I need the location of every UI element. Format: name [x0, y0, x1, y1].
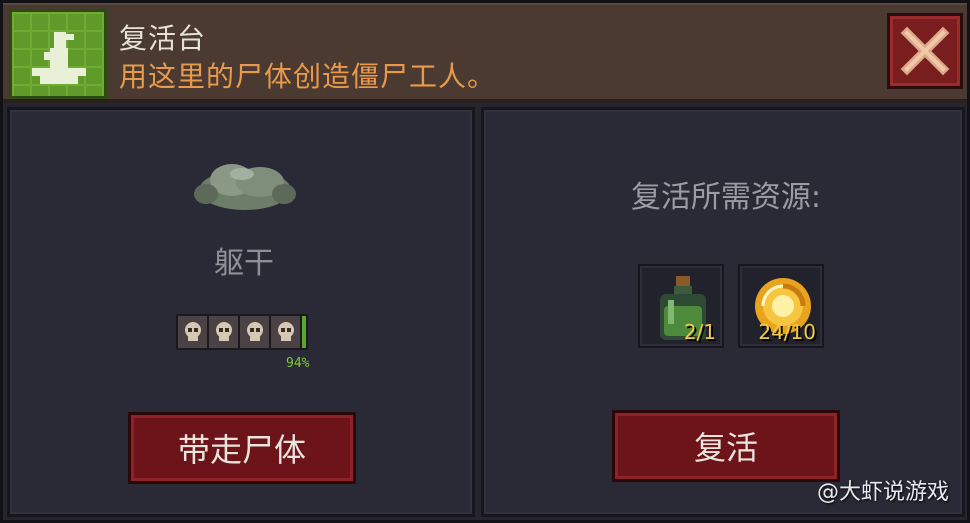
corpse-quality-bar — [176, 314, 308, 350]
resource-count: 2/1 — [683, 320, 716, 344]
quality-percent: 94% — [286, 356, 310, 371]
skull-icon — [209, 316, 240, 348]
resources-label: 复活所需资源: — [630, 180, 822, 215]
skull-icon — [271, 316, 302, 348]
close-button[interactable] — [887, 13, 963, 89]
window-header: 复活台 用这里的尸体创造僵尸工人。 — [3, 3, 967, 103]
resource-slot[interactable]: 2/1 — [638, 264, 724, 348]
watermark: @大虾说游戏 — [817, 474, 949, 506]
corpse-panel: 躯干 94% 带走尸体 — [7, 107, 475, 517]
resources-panel: 复活所需资源: 2/1 24/10 复活 — [481, 107, 965, 517]
quality-progress-fill — [302, 316, 306, 348]
window-subtitle: 用这里的尸体创造僵尸工人。 — [119, 60, 497, 93]
resource-slot[interactable]: 24/10 — [738, 264, 824, 348]
corpse-name: 躯干 — [214, 246, 274, 281]
resource-count: 24/10 — [758, 320, 816, 344]
revive-altar-window: 复活台 用这里的尸体创造僵尸工人。 躯干 94% 带走尸体 复活所需资源: 2/… — [0, 0, 970, 523]
take-corpse-button[interactable]: 带走尸体 — [128, 412, 356, 484]
watermark-text: @大虾说游戏 — [816, 480, 949, 505]
skull-icon — [240, 316, 271, 348]
corpse-icon — [194, 164, 296, 210]
skull-icon — [178, 316, 209, 348]
revive-button[interactable]: 复活 — [612, 410, 840, 482]
window-title: 复活台 — [119, 22, 207, 55]
altar-icon — [9, 9, 107, 99]
close-icon — [900, 26, 950, 76]
